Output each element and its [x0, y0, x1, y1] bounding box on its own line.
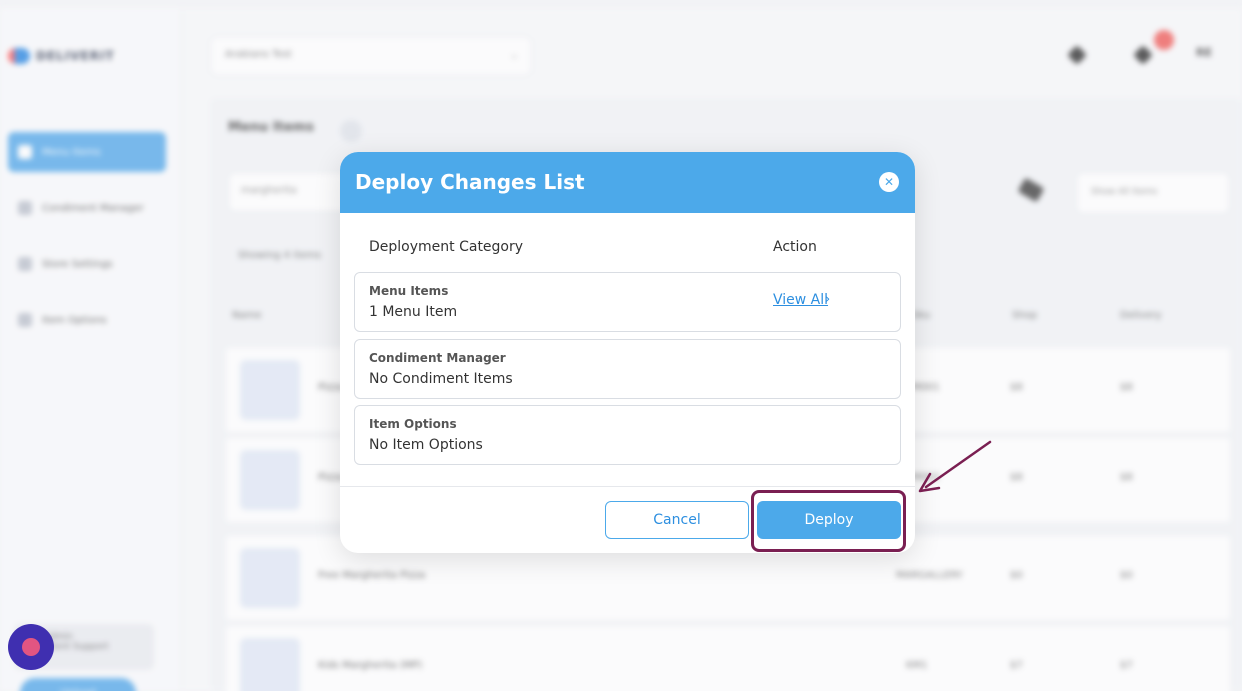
modal-title: Deploy Changes List [355, 170, 585, 194]
deploy-highlight-box [751, 490, 906, 552]
column-header-category: Deployment Category [369, 239, 524, 255]
cancel-button[interactable]: Cancel [605, 501, 749, 539]
category-value: 1 Menu Item [369, 304, 458, 320]
view-all-link[interactable]: View All [773, 292, 828, 308]
chat-widget-button[interactable] [8, 624, 54, 670]
category-card-item-options: Item Options No Item Options [354, 405, 901, 465]
category-title: Menu Items [369, 284, 449, 298]
category-card-condiment-manager: Condiment Manager No Condiment Items [354, 339, 901, 399]
modal-divider [340, 486, 915, 487]
category-title: Item Options [369, 417, 457, 431]
modal-header: Deploy Changes List ✕ [340, 152, 915, 213]
close-icon[interactable]: ✕ [879, 172, 899, 192]
chevron-right-icon[interactable]: › [825, 292, 830, 307]
chat-icon [22, 638, 40, 656]
category-card-menu-items: Menu Items 1 Menu Item View All › [354, 272, 901, 332]
column-header-action: Action [773, 239, 817, 255]
category-title: Condiment Manager [369, 351, 506, 365]
category-value: No Condiment Items [369, 371, 513, 387]
category-value: No Item Options [369, 437, 483, 453]
